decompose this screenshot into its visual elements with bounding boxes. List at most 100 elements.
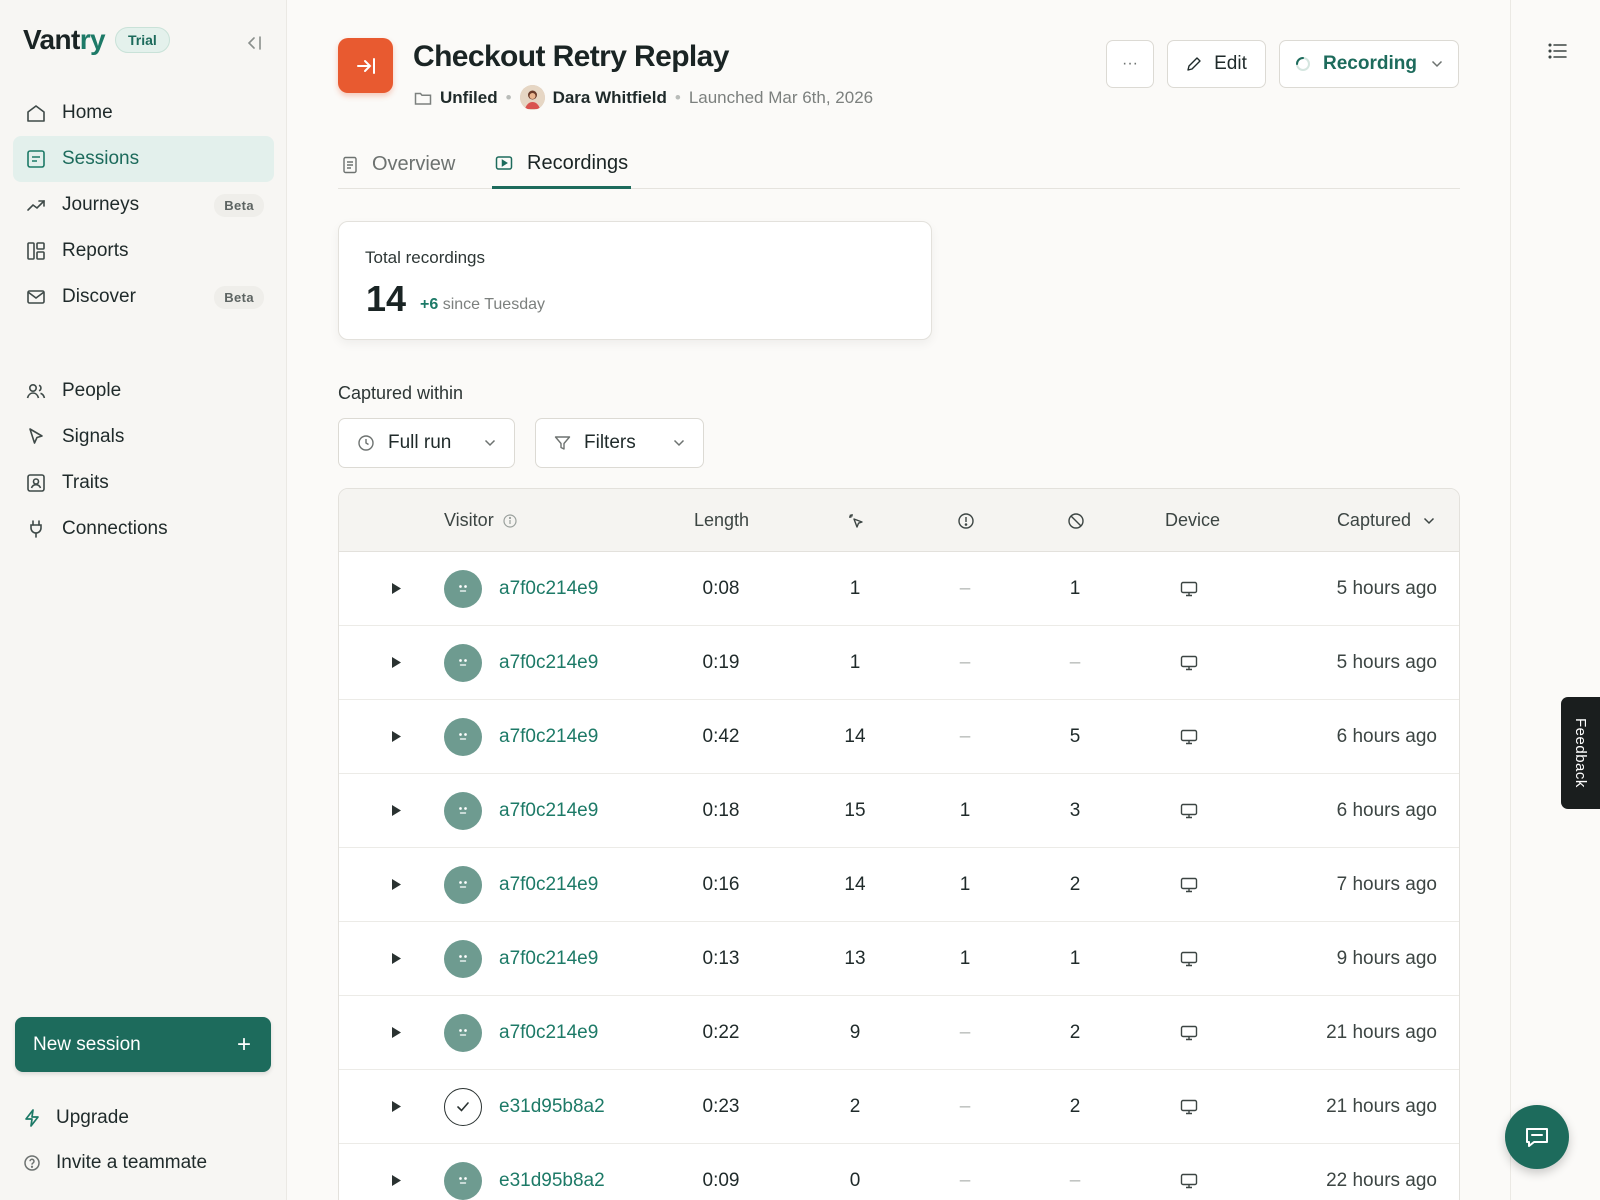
sidebar-item-sessions[interactable]: Sessions xyxy=(13,136,274,182)
blocked-icon xyxy=(1067,512,1085,530)
brand-logo: Vantry xyxy=(23,24,106,55)
more-options-button[interactable]: ··· xyxy=(1106,40,1154,88)
table-header: Visitor Length Device Captured xyxy=(339,489,1459,552)
beta-badge: Beta xyxy=(214,286,264,309)
edit-button[interactable]: Edit xyxy=(1167,40,1266,88)
home-icon xyxy=(25,102,47,124)
play-icon[interactable] xyxy=(391,626,403,699)
table-row[interactable]: e31d95b8a2 0:09 0 – – 22 hours ago xyxy=(339,1144,1459,1200)
nav-secondary: People Signals Traits Connections xyxy=(13,368,274,552)
invite-teammate-link[interactable]: Invite a teammate xyxy=(23,1152,207,1174)
upgrade-link[interactable]: Upgrade xyxy=(23,1107,129,1129)
tab-overview[interactable]: Overview xyxy=(342,140,455,189)
desktop-icon xyxy=(1171,1070,1207,1143)
visitor-avatar-icon xyxy=(444,643,482,682)
visitor-link[interactable]: a7f0c214e9 xyxy=(499,996,598,1069)
visitor-link[interactable]: e31d95b8a2 xyxy=(499,1144,605,1200)
edit-label: Edit xyxy=(1214,53,1247,74)
visitor-link[interactable]: e31d95b8a2 xyxy=(499,1070,605,1143)
sidebar-item-people[interactable]: People xyxy=(13,368,274,414)
play-icon[interactable] xyxy=(391,774,403,847)
play-icon[interactable] xyxy=(391,700,403,773)
recording-status-dropdown[interactable]: Recording xyxy=(1279,40,1459,88)
sidebar-item-label: Home xyxy=(62,102,113,123)
table-row[interactable]: a7f0c214e9 0:18 15 1 3 6 hours ago xyxy=(339,774,1459,848)
col-label: Captured xyxy=(1336,510,1411,530)
captured-value: 5 hours ago xyxy=(1336,651,1437,673)
visitor-link[interactable]: a7f0c214e9 xyxy=(499,626,598,699)
sidebar-item-signals[interactable]: Signals xyxy=(13,414,274,460)
folder-link[interactable]: Unfiled xyxy=(440,88,498,108)
table-row[interactable]: e31d95b8a2 0:23 2 – 2 21 hours ago xyxy=(339,1070,1459,1144)
clicks-value: 1 xyxy=(849,651,861,673)
recordings-table: Visitor Length Device Captured a7f0c214e… xyxy=(338,488,1460,1200)
sidebar-item-label: Reports xyxy=(62,240,129,261)
play-icon[interactable] xyxy=(391,1144,403,1200)
new-session-button[interactable]: New session + xyxy=(15,1017,271,1072)
list-icon[interactable] xyxy=(1548,42,1568,65)
tab-recordings[interactable]: Recordings xyxy=(492,140,632,189)
col-errors[interactable] xyxy=(957,489,975,552)
sidebar-item-traits[interactable]: Traits xyxy=(13,460,274,506)
stat-label: Total recordings xyxy=(365,248,486,267)
sidebar-item-journeys[interactable]: Journeys Beta xyxy=(13,182,274,228)
col-device[interactable]: Device xyxy=(1165,489,1220,552)
length-value: 0:23 xyxy=(702,1095,740,1117)
help-circle-icon xyxy=(23,1154,43,1172)
visitor-link[interactable]: a7f0c214e9 xyxy=(499,552,598,625)
collapse-sidebar-icon[interactable] xyxy=(243,32,265,54)
table-row[interactable]: a7f0c214e9 0:13 13 1 1 9 hours ago xyxy=(339,922,1459,996)
play-icon[interactable] xyxy=(391,996,403,1069)
col-blocked[interactable] xyxy=(1067,489,1085,552)
page-title: Checkout Retry Replay xyxy=(413,40,729,73)
feedback-label: Feedback xyxy=(1572,718,1589,788)
desktop-icon xyxy=(1171,774,1207,847)
play-icon[interactable] xyxy=(391,1070,403,1143)
visitor-link[interactable]: a7f0c214e9 xyxy=(499,700,598,773)
info-icon[interactable] xyxy=(503,513,517,528)
chevron-down-icon xyxy=(484,439,496,447)
filters-dropdown[interactable]: Filters xyxy=(535,418,704,468)
chat-button[interactable] xyxy=(1505,1105,1569,1169)
table-row[interactable]: a7f0c214e9 0:42 14 – 5 6 hours ago xyxy=(339,700,1459,774)
captured-value: 9 hours ago xyxy=(1336,947,1437,969)
avatar xyxy=(519,85,545,110)
recording-label: Recording xyxy=(1323,53,1417,74)
table-row[interactable]: a7f0c214e9 0:19 1 – – 5 hours ago xyxy=(339,626,1459,700)
table-row[interactable]: a7f0c214e9 0:08 1 – 1 5 hours ago xyxy=(339,552,1459,626)
visitor-avatar-icon xyxy=(444,939,482,978)
col-label: Visitor xyxy=(444,510,494,530)
visitor-link[interactable]: a7f0c214e9 xyxy=(499,922,598,995)
sidebar-item-connections[interactable]: Connections xyxy=(13,506,274,552)
invite-label: Invite a teammate xyxy=(56,1152,208,1173)
blocked-value: – xyxy=(1069,651,1081,673)
col-clicks[interactable] xyxy=(847,489,865,552)
col-captured[interactable]: Captured xyxy=(1337,489,1435,552)
visitor-link[interactable]: a7f0c214e9 xyxy=(499,774,598,847)
total-recordings-card: Total recordings 14 +6 since Tuesday xyxy=(338,221,932,340)
sidebar-item-home[interactable]: Home xyxy=(13,90,274,136)
col-visitor[interactable]: Visitor xyxy=(444,489,517,552)
page-meta: Unfiled • Dara Whitfield • Launched Mar … xyxy=(414,85,873,110)
time-range-dropdown[interactable]: Full run xyxy=(338,418,515,468)
brand[interactable]: Vantry Trial xyxy=(23,24,170,56)
filter-icon xyxy=(554,435,571,451)
table-row[interactable]: a7f0c214e9 0:22 9 – 2 21 hours ago xyxy=(339,996,1459,1070)
play-icon[interactable] xyxy=(391,848,403,921)
tab-label: Recordings xyxy=(527,151,629,174)
length-value: 0:22 xyxy=(702,1021,740,1043)
feedback-tab[interactable]: Feedback xyxy=(1561,697,1600,809)
sidebar-item-discover[interactable]: Discover Beta xyxy=(13,274,274,320)
table-row[interactable]: a7f0c214e9 0:16 14 1 2 7 hours ago xyxy=(339,848,1459,922)
sidebar-item-reports[interactable]: Reports xyxy=(13,228,274,274)
play-icon[interactable] xyxy=(391,922,403,995)
col-length[interactable]: Length xyxy=(694,489,749,552)
clicks-value: 14 xyxy=(844,873,866,895)
visitor-link[interactable]: a7f0c214e9 xyxy=(499,848,598,921)
stat-delta: +6 since Tuesday xyxy=(420,296,545,314)
owner-name[interactable]: Dara Whitfield xyxy=(553,88,667,108)
blocked-value: 5 xyxy=(1069,725,1081,747)
blocked-value: 2 xyxy=(1069,1021,1081,1043)
play-icon[interactable] xyxy=(391,552,403,625)
plug-icon xyxy=(25,518,47,540)
